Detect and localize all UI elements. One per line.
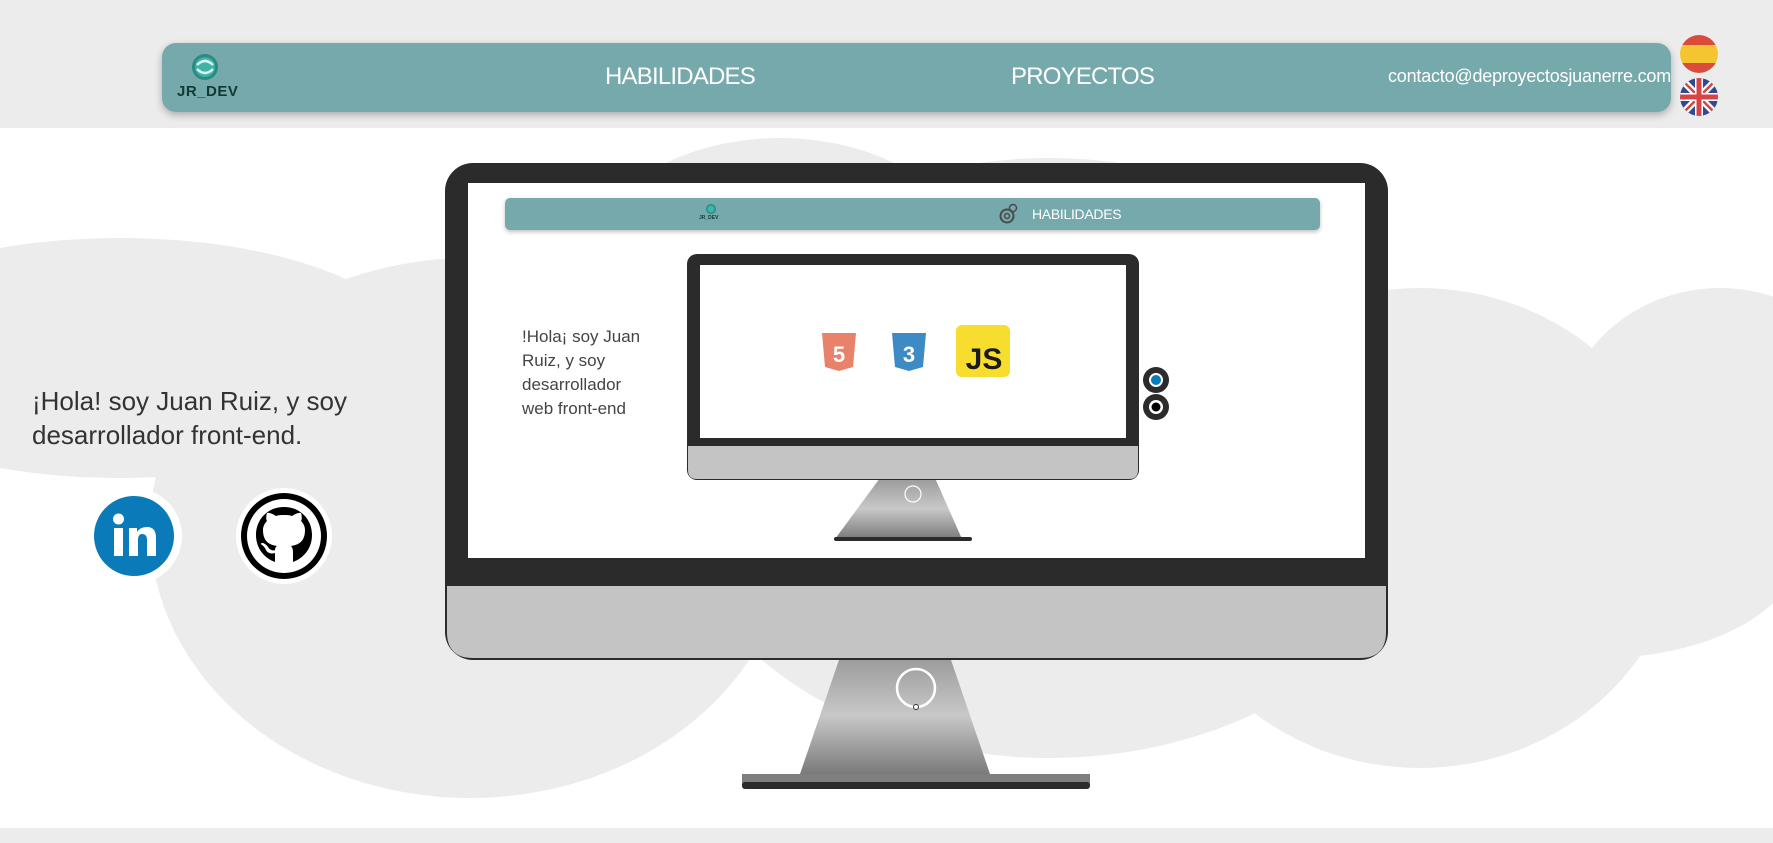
mini-github-button[interactable] (1143, 394, 1169, 420)
gears-icon (999, 203, 1018, 224)
nav-skills-link[interactable]: HABILIDADES (605, 63, 756, 91)
css3-icon: 3 (892, 333, 926, 371)
linkedin-icon (94, 496, 174, 576)
logo-text: JR_DEV (177, 83, 239, 100)
mini-nav-skills-link[interactable]: HABILIDADES (1032, 206, 1122, 222)
mini-logo-icon (706, 204, 716, 214)
mini-logo-text: JR_DEV (699, 215, 719, 221)
mini-github-icon (1149, 400, 1163, 414)
nav-email-link[interactable]: contacto@deproyectosjuanerre.com (1388, 66, 1671, 87)
hero-intro-text: ¡Hola! soy Juan Ruiz, y soy desarrollado… (32, 386, 348, 450)
footer-strip (0, 828, 1773, 843)
spanish-flag-icon[interactable] (1680, 35, 1718, 73)
logo[interactable]: JR_DEV (170, 49, 238, 105)
javascript-icon: JS (956, 325, 1010, 377)
github-button[interactable] (236, 488, 332, 584)
github-icon (241, 493, 327, 579)
css3-label: 3 (903, 342, 915, 367)
monitor-screen: JR_DEV HABILIDADES !Hola¡ soy Juan Ruiz,… (468, 183, 1365, 558)
mini-intro-text: !Hola¡ soy Juan Ruiz, y soy desarrollado… (522, 327, 641, 418)
top-bar: JR_DEV HABILIDADES PROYECTOS contacto@de… (0, 0, 1773, 128)
linkedin-button[interactable] (86, 488, 182, 584)
javascript-label: JS (966, 343, 1003, 376)
mini-linkedin-icon (1149, 373, 1163, 387)
navbar: JR_DEV HABILIDADES PROYECTOS contacto@de… (162, 43, 1671, 112)
nav-projects-link[interactable]: PROYECTOS (1011, 63, 1155, 91)
html5-icon: 5 (822, 333, 856, 371)
portfolio-page: JR_DEV HABILIDADES PROYECTOS contacto@de… (0, 0, 1773, 843)
hero-section: ¡Hola! soy Juan Ruiz, y soy desarrollado… (0, 128, 1773, 828)
mini-navbar: JR_DEV HABILIDADES (505, 198, 1320, 230)
html5-label: 5 (833, 342, 845, 367)
uk-flag-icon[interactable] (1680, 78, 1718, 116)
mini-linkedin-button[interactable] (1143, 367, 1169, 393)
inner-monitor-screen: 5 3 JS (700, 265, 1126, 438)
